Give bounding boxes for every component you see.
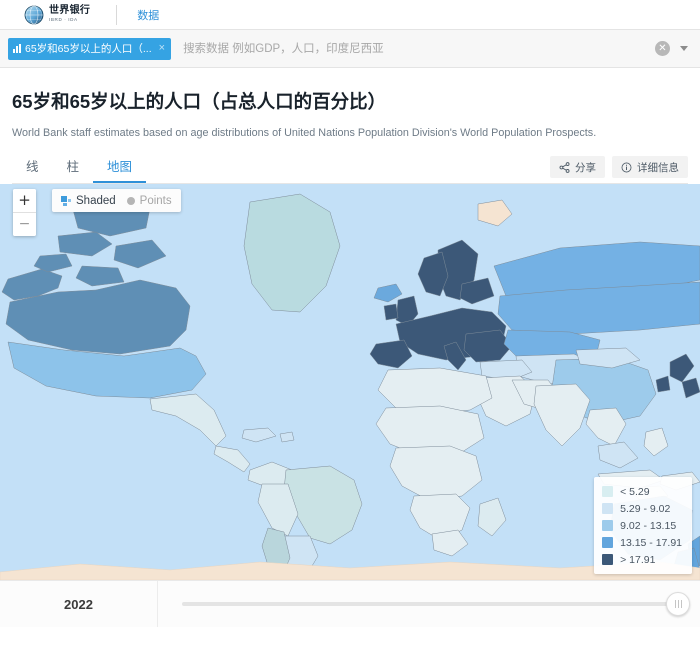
share-icon <box>559 161 570 173</box>
map-mode-points[interactable]: Points <box>126 194 172 207</box>
map-legend: < 5.29 5.29 - 9.02 9.02 - 13.15 13.15 - … <box>594 477 692 574</box>
slider-handle[interactable] <box>666 592 690 616</box>
legend-swatch <box>602 520 614 531</box>
details-button-label: 详细信息 <box>637 161 679 174</box>
legend-label: > 17.91 <box>620 553 656 566</box>
nav-item-data[interactable]: 数据 <box>137 7 159 23</box>
legend-label: 13.15 - 17.91 <box>620 536 682 549</box>
tab-bar[interactable]: 柱 <box>53 160 94 184</box>
legend-swatch <box>602 486 614 497</box>
chevron-down-icon[interactable] <box>680 46 688 51</box>
legend-item: < 5.29 <box>602 483 682 500</box>
legend-swatch <box>602 537 614 548</box>
legend-label: 5.29 - 9.02 <box>620 502 671 515</box>
logo-subtitle: IBRD · IDA <box>49 16 78 22</box>
share-button[interactable]: 分享 <box>550 156 605 178</box>
legend-item: 5.29 - 9.02 <box>602 500 682 517</box>
info-icon <box>621 162 632 172</box>
share-button-label: 分享 <box>575 161 596 174</box>
globe-icon <box>24 5 44 24</box>
legend-swatch <box>602 554 614 565</box>
map-mode-points-label: Points <box>139 194 172 207</box>
view-tabs: 线 柱 地图 <box>12 150 147 184</box>
details-button[interactable]: 详细信息 <box>612 156 688 178</box>
chart-actions: 分享 详细信息 <box>550 156 688 183</box>
map-mode-toggle: Shaded Points <box>52 189 181 212</box>
page-title: 65岁和65岁以上的人口（占总人口的百分比） <box>12 91 387 112</box>
clear-search-icon[interactable]: ✕ <box>655 41 670 56</box>
page-subtitle: World Bank staff estimates based on age … <box>12 127 597 139</box>
legend-item: 9.02 - 13.15 <box>602 517 682 534</box>
search-input[interactable] <box>181 35 655 62</box>
point-dot-icon <box>126 196 135 205</box>
search-tag-indicator[interactable]: 65岁和65岁以上的人口（... × <box>8 37 172 60</box>
legend-label: < 5.29 <box>620 485 650 498</box>
choropleth-map[interactable]: + − Shaded Points < 5.29 5.29 - 9.02 9.0… <box>0 184 700 580</box>
site-header: 世界银行 IBRD · IDA 数据 <box>0 0 700 30</box>
bar-chart-icon <box>13 44 21 53</box>
legend-item: > 17.91 <box>602 551 682 568</box>
shaded-squares-icon <box>61 195 71 206</box>
zoom-in-button[interactable]: + <box>13 189 36 212</box>
search-bar: 65岁和65岁以上的人口（... × ✕ <box>0 30 700 68</box>
year-timeline: 2022 <box>0 580 700 627</box>
search-tag-label: 65岁和65岁以上的人口（... <box>25 43 152 55</box>
remove-tag-icon[interactable]: × <box>159 43 165 54</box>
selected-year-label[interactable]: 2022 <box>0 581 158 627</box>
legend-label: 9.02 - 13.15 <box>620 519 677 532</box>
page-content: 65岁和65岁以上的人口（占总人口的百分比） World Bank staff … <box>0 68 700 184</box>
zoom-out-button[interactable]: − <box>13 212 36 236</box>
slider-track[interactable] <box>182 602 674 606</box>
legend-swatch <box>602 503 614 514</box>
map-mode-shaded[interactable]: Shaded <box>61 195 116 207</box>
map-zoom-controls: + − <box>13 189 36 236</box>
legend-item: 13.15 - 17.91 <box>602 534 682 551</box>
tab-line[interactable]: 线 <box>12 160 53 184</box>
view-tabs-row: 线 柱 地图 分享 详细信息 <box>12 150 688 184</box>
world-bank-logo[interactable]: 世界银行 IBRD · IDA <box>24 5 90 25</box>
tab-map[interactable]: 地图 <box>93 160 147 183</box>
header-divider <box>116 4 118 25</box>
map-mode-shaded-label: Shaded <box>76 194 116 207</box>
logo-name-cn: 世界银行 <box>49 5 91 17</box>
year-slider[interactable] <box>158 581 700 628</box>
